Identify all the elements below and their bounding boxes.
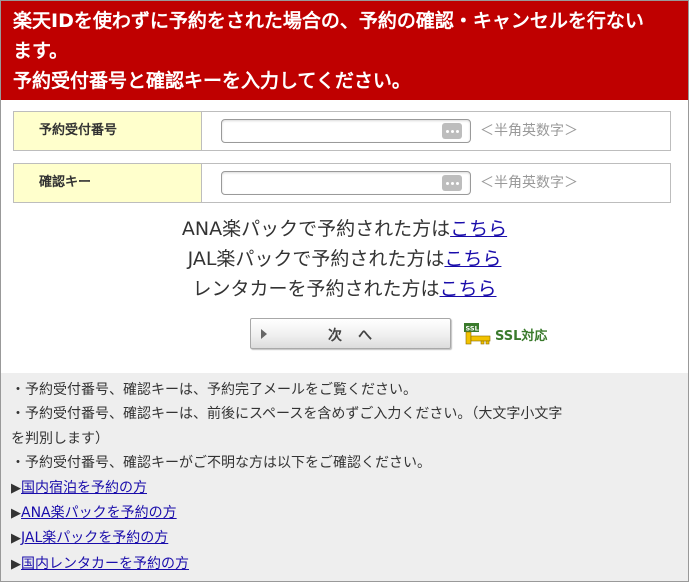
confirmation-key-hint: ＜半角英数字＞ [480, 175, 578, 191]
triangle-right-icon: ▶ [11, 531, 21, 547]
reservation-number-row: 予約受付番号 ＜半角英数字＞ [13, 111, 671, 151]
next-button[interactable]: 次 へ [250, 318, 451, 349]
ana-package-row: ANA楽パックで予約された方はこちら [0, 214, 689, 244]
triangle-right-icon: ▶ [11, 480, 21, 496]
jal-package-row: JAL楽パックで予約された方はこちら [0, 244, 689, 274]
next-button-label: 次 へ [328, 328, 373, 344]
ana-package-text: ANA楽パックで予約された方は [181, 218, 451, 240]
rental-car-link[interactable]: こちら [440, 278, 497, 300]
password-manager-icon[interactable] [442, 175, 462, 191]
notes-panel: ・予約受付番号、確認キーは、予約完了メールをご覧ください。 ・予約受付番号、確認… [1, 373, 688, 581]
note-item-continued: を判別します） [11, 430, 109, 447]
reservation-number-label: 予約受付番号 [14, 112, 202, 150]
nav-link-row: ▶国内レンタカーを予約の方 [11, 552, 678, 577]
package-links: ANA楽パックで予約された方はこちら JAL楽パックで予約された方はこちら レン… [0, 214, 689, 304]
svg-text:SSL: SSL [466, 324, 479, 332]
header-line-1: 楽天IDを使わずに予約をされた場合の、予約の確認・キャンセルを行ない [13, 10, 644, 32]
nav-link-row: ▶ANA楽パックを予約の方 [11, 501, 678, 526]
ana-package-link[interactable]: こちら [450, 218, 507, 240]
nav-link-row: ▶JAL楽パックを予約の方 [11, 526, 678, 551]
rental-car-text: レンタカーを予約された方は [192, 278, 440, 300]
reservation-number-input[interactable] [221, 119, 471, 143]
jal-package-link[interactable]: こちら [444, 248, 501, 270]
rental-car-row: レンタカーを予約された方はこちら [0, 274, 689, 304]
ana-package-nav-link[interactable]: ANA楽パックを予約の方 [21, 505, 177, 521]
confirmation-key-input[interactable] [221, 171, 471, 195]
instruction-header: 楽天IDを使わずに予約をされた場合の、予約の確認・キャンセルを行ない ます。 予… [1, 1, 688, 100]
ssl-key-icon: SSL [464, 323, 491, 345]
password-manager-icon[interactable] [442, 123, 462, 139]
triangle-right-icon: ▶ [11, 556, 21, 572]
jal-package-text: JAL楽パックで予約された方は [187, 248, 445, 270]
note-item: ・予約受付番号、確認キーは、前後にスペースを含めずご入力ください。（大文字小文字 [11, 406, 563, 423]
nav-link-row: ▶国内宿泊を予約の方 [11, 476, 678, 501]
domestic-hotel-link[interactable]: 国内宿泊を予約の方 [21, 480, 147, 496]
triangle-right-icon: ▶ [11, 506, 21, 522]
confirmation-key-label: 確認キー [14, 164, 202, 202]
ssl-label: SSL対応 [495, 329, 548, 344]
reservation-number-hint: ＜半角英数字＞ [480, 123, 578, 139]
note-item: ・予約受付番号、確認キーは、予約完了メールをご覧ください。 [11, 382, 417, 398]
note-item: ・予約受付番号、確認キーがご不明な方は以下をご確認ください。 [11, 455, 431, 472]
rental-car-nav-link[interactable]: 国内レンタカーを予約の方 [21, 556, 189, 572]
header-line-3: 予約受付番号と確認キーを入力してください。 [13, 70, 411, 92]
header-line-2: ます。 [13, 40, 69, 62]
confirmation-key-row: 確認キー ＜半角英数字＞ [13, 163, 671, 203]
jal-package-nav-link[interactable]: JAL楽パックを予約の方 [21, 530, 168, 546]
